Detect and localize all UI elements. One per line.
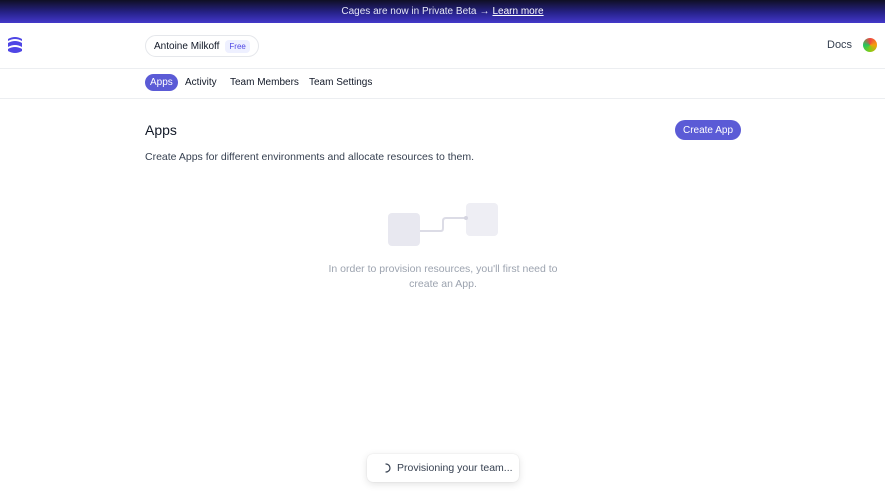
- provisioning-toast: Provisioning your team...: [367, 454, 519, 482]
- empty-state-message: In order to provision resources, you'll …: [318, 262, 568, 292]
- user-avatar[interactable]: [863, 38, 877, 52]
- plan-badge: Free: [225, 39, 250, 53]
- banner-text: Cages are now in Private Beta: [341, 6, 477, 17]
- tab-apps[interactable]: Apps: [145, 74, 178, 91]
- arrow-right-icon: →: [479, 6, 490, 17]
- create-app-button[interactable]: Create App: [675, 120, 741, 140]
- announcement-banner: Cages are now in Private Beta → Learn mo…: [0, 0, 885, 23]
- tab-team-settings[interactable]: Team Settings: [304, 74, 377, 91]
- page-title: Apps: [145, 122, 177, 138]
- tab-activity[interactable]: Activity: [180, 74, 222, 91]
- connected-boxes-icon: [388, 203, 498, 246]
- evervault-logo-icon[interactable]: [6, 35, 24, 55]
- empty-state-line-1: In order to provision resources, you'll …: [328, 263, 558, 275]
- empty-state-line-2: create an App.: [409, 278, 477, 290]
- spinner-icon: [385, 463, 391, 473]
- tab-bar: Apps Activity Team Members Team Settings: [0, 69, 885, 99]
- team-name: Antoine Milkoff: [154, 40, 220, 52]
- tab-team-members[interactable]: Team Members: [225, 74, 304, 91]
- team-switcher[interactable]: Antoine Milkoff Free: [145, 35, 259, 57]
- docs-link[interactable]: Docs: [827, 39, 852, 51]
- toast-text: Provisioning your team...: [397, 462, 513, 474]
- top-header: Antoine Milkoff Free Docs: [0, 23, 885, 69]
- page-description: Create Apps for different environments a…: [145, 151, 474, 163]
- learn-more-link[interactable]: Learn more: [492, 6, 543, 17]
